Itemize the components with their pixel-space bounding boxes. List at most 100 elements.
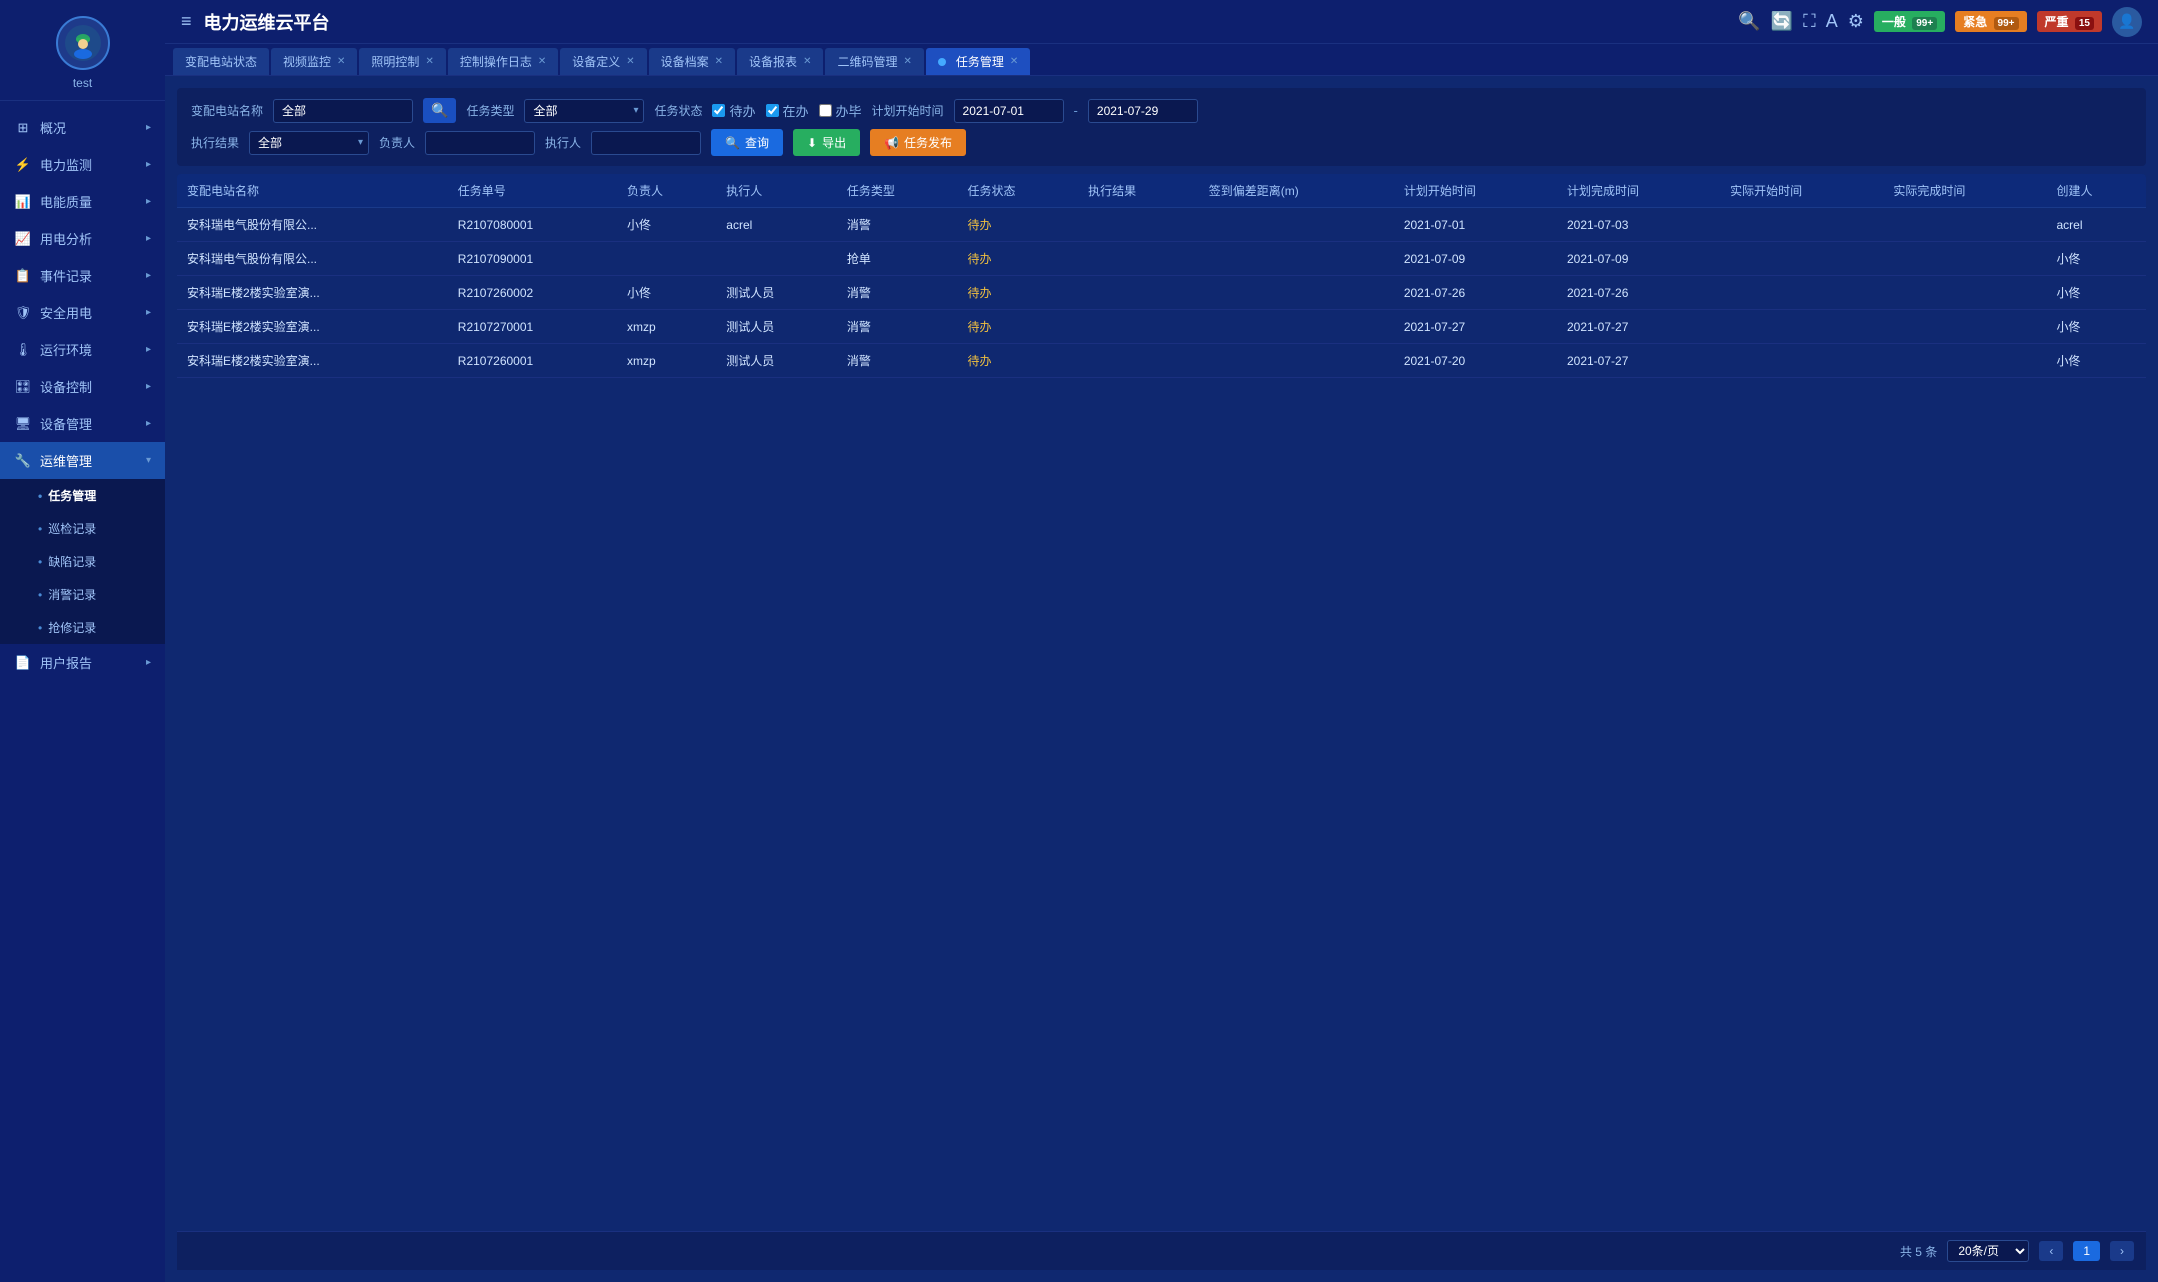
tab-close-ctrl-log[interactable]: ✕ [538,56,546,67]
sidebar-item-overview[interactable]: ⊞ 概况 ▸ [0,109,165,146]
tab-close-device-archive[interactable]: ✕ [715,56,723,67]
tab-close-video[interactable]: ✕ [337,56,345,67]
tab-close-task[interactable]: ✕ [1010,56,1018,67]
ongoing-checkbox[interactable] [766,104,779,117]
refresh-icon[interactable]: 🔄 [1771,11,1793,32]
pending-checkbox[interactable] [712,104,725,117]
sidebar-item-event-record[interactable]: 📋 事件记录 ▸ [0,257,165,294]
table-row[interactable]: 安科瑞E楼2楼实验室演... R2107260001 xmzp 测试人员 消警 … [177,344,2146,378]
sidebar-item-emergency-record[interactable]: 抢修记录 [0,611,165,644]
station-search-btn[interactable]: 🔍 [423,98,456,123]
sidebar-item-task-mgmt[interactable]: 任务管理 [0,479,165,512]
query-button[interactable]: 🔍 查询 [711,129,783,156]
topbar: ≡ 电力运维云平台 🔍 🔄 ⛶ A ⚙ 一般 99+ 紧急 99+ 严重 15 … [165,0,2158,44]
search-icon[interactable]: 🔍 [1738,11,1760,32]
device-icon: 🖥 [14,415,32,433]
badge-normal[interactable]: 一般 99+ [1874,11,1945,32]
publish-button[interactable]: 📢 任务发布 [870,129,966,156]
cell-executor [716,242,837,276]
cell-deviation [1199,242,1394,276]
tab-lighting-ctrl[interactable]: 照明控制 ✕ [359,48,445,75]
tab-task-mgmt[interactable]: 任务管理 ✕ [926,48,1030,75]
shield-icon: 🛡 [14,304,32,322]
pending-label[interactable]: 待办 [729,101,755,120]
text-icon[interactable]: A [1826,11,1838,32]
tab-close-device-report[interactable]: ✕ [803,56,811,67]
plan-start-to-input[interactable] [1088,99,1198,123]
current-page-btn[interactable]: 1 [2073,1241,2100,1261]
done-checkbox[interactable] [819,104,832,117]
responsible-input[interactable] [425,131,535,155]
col-deviation: 签到偏差距离(m) [1199,174,1394,208]
export-button[interactable]: ⬇ 导出 [793,129,860,156]
tab-device-def[interactable]: 设备定义 ✕ [560,48,646,75]
menu-toggle-icon[interactable]: ≡ [181,11,192,32]
col-actual-end: 实际完成时间 [1883,174,2046,208]
task-status-label: 任务状态 [654,102,702,119]
app-title: 电力运维云平台 [204,9,1739,35]
badge-high[interactable]: 紧急 99+ [1955,11,2026,32]
table-row[interactable]: 安科瑞E楼2楼实验室演... R2107270001 xmzp 测试人员 消警 … [177,310,2146,344]
tab-video-monitor[interactable]: 视频监控 ✕ [271,48,357,75]
topbar-avatar[interactable]: 👤 [2112,7,2142,37]
done-label[interactable]: 办毕 [836,101,862,120]
col-plan-start: 计划开始时间 [1394,174,1557,208]
tab-close-qrcode[interactable]: ✕ [903,56,911,67]
cell-plan-start: 2021-07-27 [1394,310,1557,344]
cell-plan-end: 2021-07-26 [1557,276,1720,310]
executor-label: 执行人 [545,134,581,151]
table-row[interactable]: 安科瑞E楼2楼实验室演... R2107260002 小佟 测试人员 消警 待办… [177,276,2146,310]
sidebar-item-alarm-record[interactable]: 消警记录 [0,578,165,611]
table-row[interactable]: 安科瑞电气股份有限公... R2107090001 抢单 待办 2021-07-… [177,242,2146,276]
sidebar-item-safe-power[interactable]: 🛡 安全用电 ▸ [0,294,165,331]
sidebar-item-run-env[interactable]: 🌡 运行环境 ▸ [0,331,165,368]
exec-result-select[interactable]: 全部 [249,131,369,155]
badge-critical[interactable]: 严重 15 [2037,11,2102,32]
plan-start-from-input[interactable] [954,99,1064,123]
tab-device-archive[interactable]: 设备档案 ✕ [649,48,735,75]
cell-creator: acrel [2047,208,2147,242]
data-table-wrap: 变配电站名称 任务单号 负责人 执行人 任务类型 任务状态 执行结果 签到偏差距… [177,174,2146,1231]
cell-creator: 小佟 [2047,344,2147,378]
task-type-select[interactable]: 全部 消警 抢单 [524,99,644,123]
station-input[interactable] [273,99,413,123]
executor-input[interactable] [591,131,701,155]
tab-device-report[interactable]: 设备报表 ✕ [737,48,823,75]
sidebar-item-power-analysis[interactable]: 📈 用电分析 ▸ [0,220,165,257]
sidebar-item-device-control[interactable]: 🎛 设备控制 ▸ [0,368,165,405]
cell-exec-result [1078,208,1199,242]
fullscreen-icon[interactable]: ⛶ [1803,11,1816,32]
sidebar-item-ops-mgmt[interactable]: 🔧 运维管理 ▾ [0,442,165,479]
next-page-btn[interactable]: › [2110,1241,2134,1261]
settings-icon[interactable]: ⚙ [1848,11,1864,32]
cell-actual-start [1720,242,1883,276]
sidebar-submenu-ops: 任务管理 巡检记录 缺陷记录 消警记录 抢修记录 [0,479,165,644]
tab-close-lighting[interactable]: ✕ [425,56,433,67]
task-type-select-wrap: 全部 消警 抢单 [524,99,644,123]
tab-qrcode-mgmt[interactable]: 二维码管理 ✕ [825,48,923,75]
cell-creator: 小佟 [2047,276,2147,310]
cell-status: 待办 [958,276,1079,310]
table-row[interactable]: 安科瑞电气股份有限公... R2107080001 小佟 acrel 消警 待办… [177,208,2146,242]
status-done-wrap: 办毕 [819,101,862,120]
sidebar-item-defect-record[interactable]: 缺陷记录 [0,545,165,578]
sidebar-item-power-monitor[interactable]: ⚡ 电力监测 ▸ [0,146,165,183]
sidebar-item-user-report[interactable]: 📄 用户报告 ▸ [0,644,165,681]
filter-row-2: 执行结果 全部 负责人 执行人 🔍 查询 ⬇ 导出 [191,129,2132,156]
tab-close-device-def[interactable]: ✕ [626,56,634,67]
sidebar-item-patrol-record[interactable]: 巡检记录 [0,512,165,545]
ongoing-label[interactable]: 在办 [783,101,809,120]
tab-station-status[interactable]: 变配电站状态 [173,48,269,75]
env-icon: 🌡 [14,341,32,359]
prev-page-btn[interactable]: ‹ [2039,1241,2063,1261]
ops-icon: 🔧 [14,452,32,470]
total-count: 共 5 条 [1900,1243,1937,1260]
avatar[interactable] [56,16,110,70]
page-size-select[interactable]: 20条/页 50条/页 100条/页 [1947,1240,2029,1262]
sidebar-item-device-mgmt[interactable]: 🖥 设备管理 ▸ [0,405,165,442]
cell-actual-end [1883,208,2046,242]
sidebar-item-energy-quality[interactable]: 📊 电能质量 ▸ [0,183,165,220]
sidebar: test ⊞ 概况 ▸ ⚡ 电力监测 ▸ 📊 电能质量 ▸ 📈 用电分析 ▸ 📋… [0,0,165,1282]
tab-ctrl-log[interactable]: 控制操作日志 ✕ [448,48,558,75]
cell-task-no: R2107270001 [448,310,617,344]
